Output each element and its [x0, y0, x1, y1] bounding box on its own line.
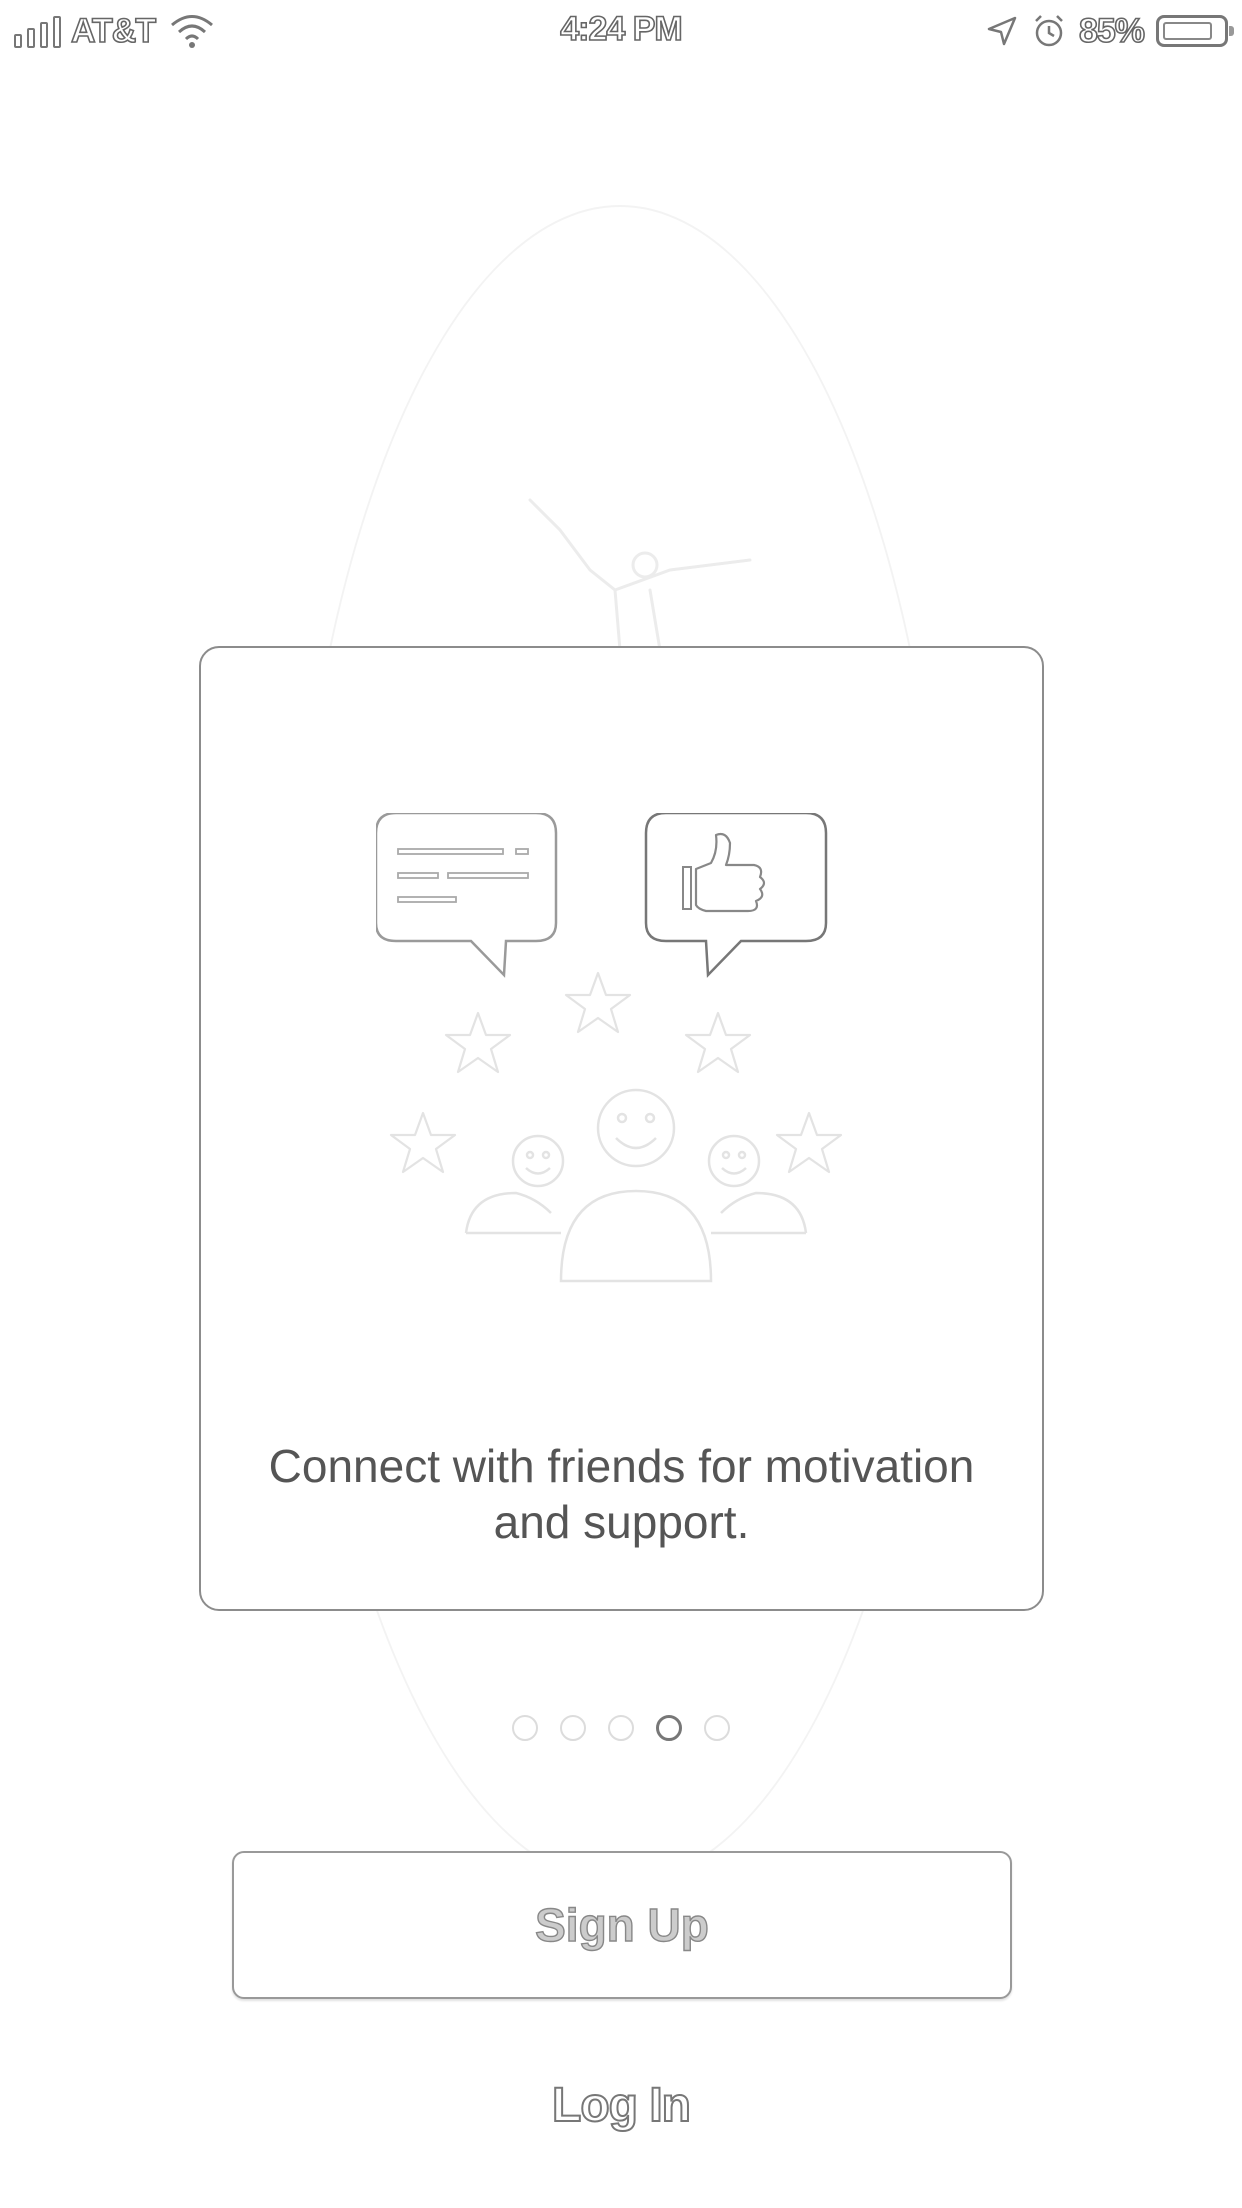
page-dot-active[interactable] [656, 1715, 682, 1741]
status-bar: AT&T 4:24 PM 85% [0, 0, 1242, 64]
page-dot[interactable] [704, 1715, 730, 1741]
onboarding-message: Connect with friends for motivation and … [268, 1440, 975, 1548]
battery-fill [1163, 22, 1212, 40]
page-dot[interactable] [560, 1715, 586, 1741]
log-in-link[interactable]: Log In [0, 2078, 1242, 2133]
star-icon [389, 971, 843, 1174]
dancer-figure-icon [528, 498, 752, 650]
battery-percent: 85% [1078, 11, 1146, 51]
page-dot[interactable] [512, 1715, 538, 1741]
alarm-icon [1035, 15, 1063, 47]
sign-up-label: Sign Up [534, 1898, 709, 1951]
battery-icon [1156, 15, 1234, 47]
sign-up-button[interactable]: Sign Up [232, 1851, 1012, 1999]
status-right: 85% [985, 10, 1234, 52]
chat-bubble-icon [376, 813, 558, 978]
page-indicator[interactable] [0, 1715, 1242, 1741]
onboarding-card: Connect with friends for motivation and … [199, 646, 1044, 1611]
page-dot[interactable] [608, 1715, 634, 1741]
thumbs-up-bubble-icon [644, 813, 828, 978]
people-group-icon [464, 1088, 808, 1283]
location-arrow-icon [987, 16, 1017, 46]
social-illustration [376, 813, 843, 1283]
